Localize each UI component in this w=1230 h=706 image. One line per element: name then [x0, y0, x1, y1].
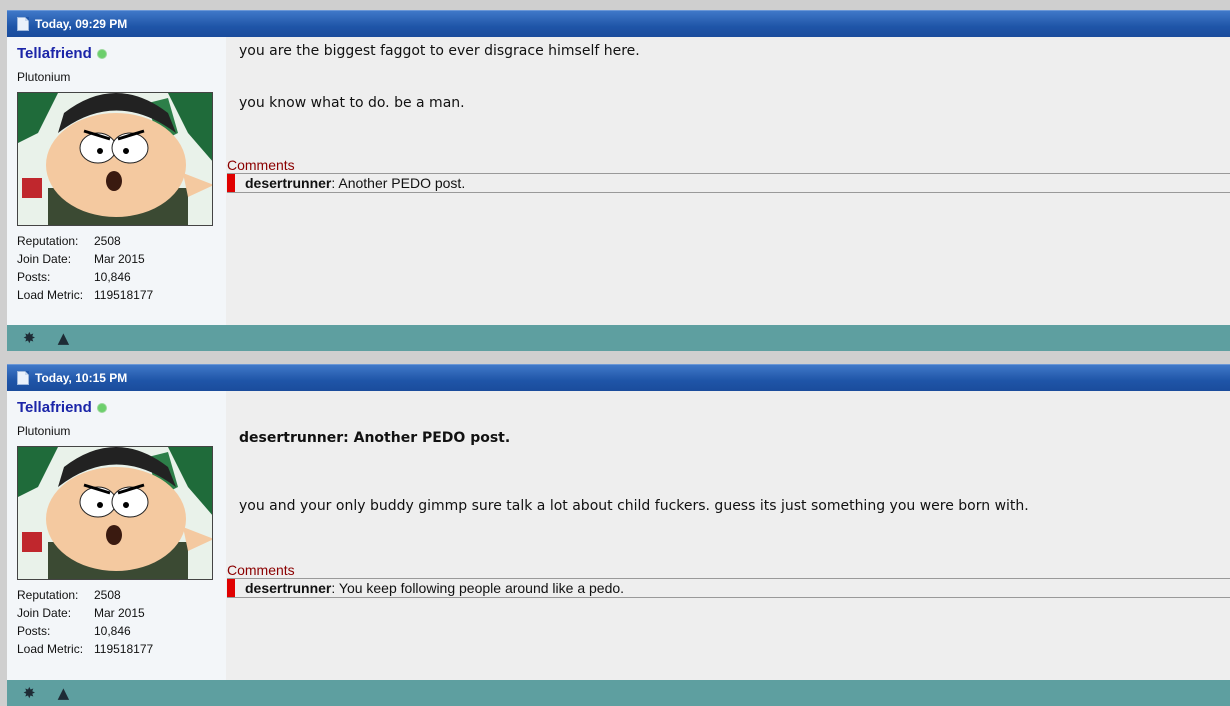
comment-row: desertrunner : You keep following people… [227, 578, 1230, 598]
stat-label: Join Date: [17, 606, 72, 620]
user-title: Plutonium [17, 424, 71, 438]
online-status-icon [96, 402, 107, 413]
user-stats: Reputation: 2508 Join Date: Mar 2015 Posts… [17, 232, 226, 304]
username-link[interactable]: Tellafriend [17, 45, 92, 62]
stat-label: Posts: [17, 624, 51, 638]
warning-icon[interactable]: ▲ [58, 330, 70, 346]
document-icon [17, 17, 29, 31]
post-header: Today, 09:29 PM [7, 10, 1230, 37]
comments-label: Comments [227, 562, 295, 578]
message-line: you are the biggest faggot to ever disgr… [239, 43, 640, 59]
stat-value: 2508 [94, 588, 121, 602]
warning-icon[interactable]: ▲ [58, 685, 70, 701]
post-footer: ✸ ▲ [7, 325, 1230, 351]
message-line: you and your only buddy gimmp sure talk … [239, 498, 1029, 514]
post-date: Today, 10:15 PM [35, 371, 128, 385]
post: Today, 09:29 PM Tellafriend Plutonium Re… [7, 10, 1230, 351]
post-content: you are the biggest faggot to ever disgr… [226, 37, 1230, 326]
comment-marker [227, 579, 235, 597]
post-content: desertrunner: Another PEDO post. you and… [226, 391, 1230, 681]
stat-value: 119518177 [94, 642, 154, 656]
comment-text: : Another PEDO post. [331, 175, 466, 191]
avatar[interactable] [17, 92, 213, 226]
comment-author[interactable]: desertrunner [245, 175, 331, 191]
post-footer: ✸ ▲ [7, 680, 1230, 706]
post: Today, 10:15 PM Tellafriend Plutonium Re… [7, 364, 1230, 706]
online-status-icon [96, 48, 107, 59]
stat-label: Load Metric: [17, 288, 84, 302]
user-info: Tellafriend Plutonium Reputation: 2508 J… [7, 37, 226, 326]
comment-text: : You keep following people around like … [331, 580, 625, 596]
stat-label: Join Date: [17, 252, 72, 266]
user-info: Tellafriend Plutonium Reputation: 2508 J… [7, 391, 226, 681]
avatar[interactable] [17, 446, 213, 580]
stat-value: 10,846 [94, 270, 131, 284]
post-header: Today, 10:15 PM [7, 364, 1230, 391]
stat-label: Load Metric: [17, 642, 84, 656]
stat-value: 119518177 [94, 288, 154, 302]
username-link[interactable]: Tellafriend [17, 399, 92, 416]
quoted-text: desertrunner: Another PEDO post. [239, 430, 511, 446]
stat-value: 10,846 [94, 624, 131, 638]
stat-label: Reputation: [17, 234, 79, 248]
post-date: Today, 09:29 PM [35, 17, 128, 31]
stat-value: Mar 2015 [94, 252, 145, 266]
stat-label: Posts: [17, 270, 51, 284]
document-icon [17, 371, 29, 385]
stat-value: Mar 2015 [94, 606, 145, 620]
stat-value: 2508 [94, 234, 121, 248]
comments-label: Comments [227, 157, 295, 173]
comment-marker [227, 174, 235, 192]
stat-label: Reputation: [17, 588, 79, 602]
star-icon[interactable]: ✸ [23, 330, 36, 346]
star-icon[interactable]: ✸ [23, 685, 36, 701]
user-stats: Reputation: 2508 Join Date: Mar 2015 Posts… [17, 586, 226, 658]
message-line: you know what to do. be a man. [239, 95, 465, 111]
user-title: Plutonium [17, 70, 71, 84]
comment-row: desertrunner : Another PEDO post. [227, 173, 1230, 193]
comment-author[interactable]: desertrunner [245, 580, 331, 596]
